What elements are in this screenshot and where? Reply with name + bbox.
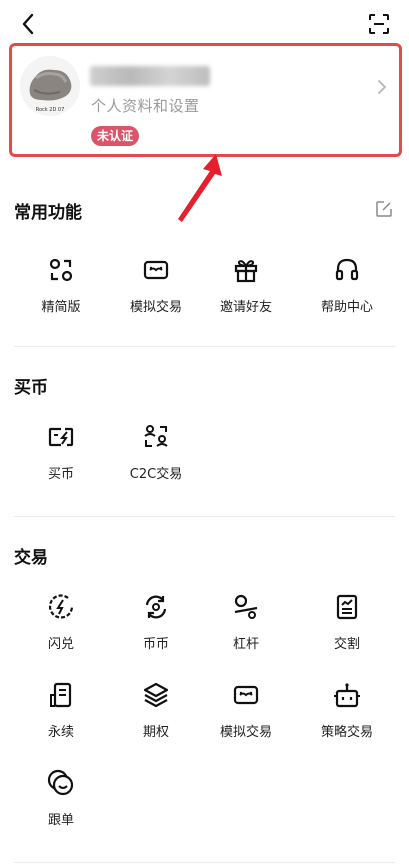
feature-c2c-trading[interactable]: C2C交易 [116,421,196,491]
document-list-icon [45,679,77,711]
feature-help-center[interactable]: 帮助中心 [307,254,387,324]
edit-icon[interactable] [375,200,393,218]
section-title-buy: 买币 [14,378,48,398]
avatar: Rock 2D 07 [20,56,80,116]
section-title-common: 常用功能 [14,203,82,223]
feature-strategy-trading[interactable]: 策略交易 [307,679,387,749]
feature-options[interactable]: 期权 [116,679,196,749]
feature-lite-version[interactable]: 精简版 [21,254,101,324]
feature-invite-friends[interactable]: 邀请好友 [206,254,286,324]
gamepad-icon [140,254,172,286]
section-divider [14,346,395,347]
chevron-right-icon [375,80,389,94]
copy-trade-icon [45,767,77,799]
feature-label: 币币 [142,637,169,652]
back-icon[interactable] [14,10,42,38]
annotation-arrow-icon [170,152,230,232]
feature-demo-trading[interactable]: 模拟交易 [116,254,196,324]
profile-card[interactable]: Rock 2D 07 个人资料和设置 未认证 [9,43,402,157]
section-divider [14,516,395,517]
username-blurred [90,66,210,86]
scan-icon[interactable] [365,10,393,38]
section-title-trade: 交易 [14,548,48,568]
feature-flash-exchange[interactable]: 闪兑 [21,591,101,661]
top-bar [0,0,409,44]
feature-label: 帮助中心 [320,300,373,315]
avatar-caption: Rock 2D 07 [36,107,65,113]
feature-spot[interactable]: 币币 [116,591,196,661]
profile-settings-label: 个人资料和设置 [91,97,200,115]
feature-label: 永续 [47,725,74,740]
section-divider [14,862,395,863]
feature-buy-crypto[interactable]: 买币 [21,421,101,491]
feature-label: 期权 [142,725,169,740]
p2p-icon [140,421,172,453]
feature-margin[interactable]: 杠杆 [206,591,286,661]
feature-demo-trading-2[interactable]: 模拟交易 [206,679,286,749]
feature-label: 跟单 [47,813,74,828]
feature-label: 买币 [47,467,74,482]
feature-label: C2C交易 [129,467,183,482]
refresh-coin-icon [140,591,172,623]
feature-perpetual[interactable]: 永续 [21,679,101,749]
feature-label: 模拟交易 [129,300,182,315]
feature-delivery[interactable]: 交割 [307,591,387,661]
gift-icon [230,254,262,286]
leverage-icon [230,591,262,623]
gamepad-icon [230,679,262,711]
robot-icon [331,679,363,711]
document-chart-icon [331,591,363,623]
switch-icon [45,254,77,286]
card-lightning-icon [45,421,77,453]
feature-label: 杠杆 [232,637,259,652]
layers-icon [140,679,172,711]
flash-circle-icon [45,591,77,623]
feature-label: 邀请好友 [219,300,272,315]
headset-icon [331,254,363,286]
feature-copy-trading[interactable]: 跟单 [21,767,101,837]
feature-label: 闪兑 [47,637,74,652]
feature-label: 模拟交易 [219,725,272,740]
feature-label: 策略交易 [320,725,373,740]
unverified-badge: 未认证 [91,126,140,146]
feature-label: 交割 [333,637,360,652]
feature-label: 精简版 [41,300,81,315]
